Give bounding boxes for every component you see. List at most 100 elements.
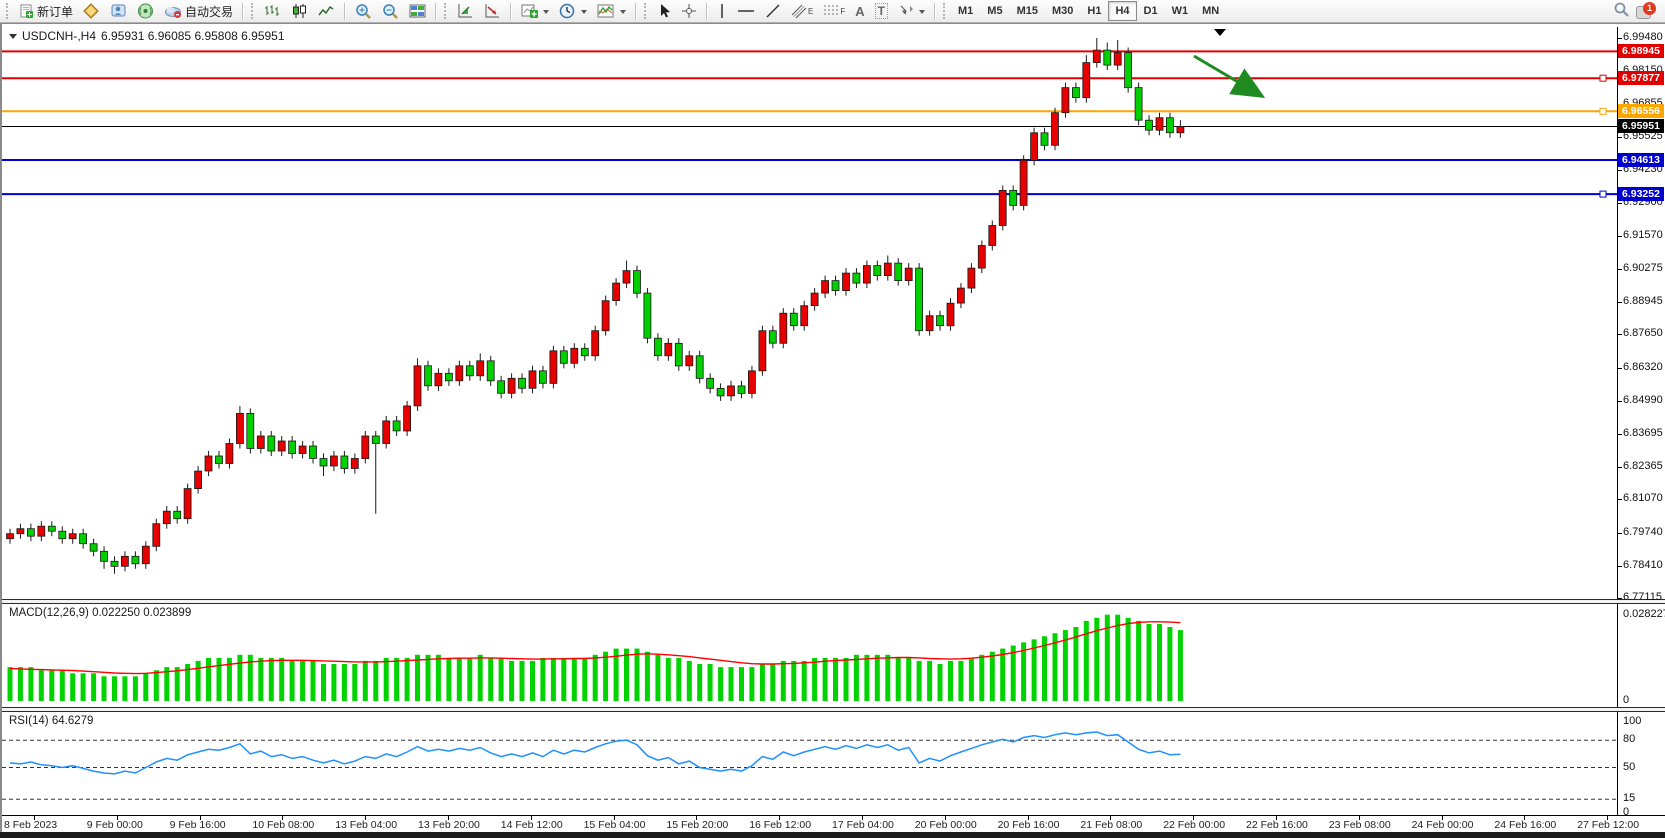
time-label: 23 Feb 08:00 [1329,819,1391,831]
clock-icon [559,3,576,19]
channel-tool-button[interactable]: E [786,0,818,22]
price-tick: 6.95525 [1623,130,1663,142]
periods-button[interactable] [554,0,592,22]
signal-icon [137,3,154,19]
time-tick [531,816,532,820]
macd-axis-max: 0.028227 [1623,608,1665,620]
time-tick [1193,816,1194,820]
time-tick [1028,816,1029,820]
price-tick: 6.86320 [1623,361,1663,373]
price-tick: 6.79740 [1623,526,1663,538]
styles-button[interactable] [78,0,105,22]
timeframe-M5[interactable]: M5 [980,1,1009,21]
timeframe-M30[interactable]: M30 [1045,1,1080,21]
text-tool-button[interactable]: A [850,0,869,22]
zoom-in-icon [355,3,372,19]
line-chart-icon [318,3,335,19]
label-tool-button[interactable]: T [870,0,893,22]
shapes-icon [898,3,914,19]
price-tick: 6.82365 [1623,460,1663,472]
autotrade-icon [164,3,182,19]
autotrade-button[interactable]: 自动交易 [159,0,238,22]
time-label: 22 Feb 00:00 [1163,819,1225,831]
chart-shift-button[interactable] [479,0,506,22]
main-chart-canvas[interactable] [2,27,1617,599]
time-label: 22 Feb 16:00 [1246,819,1308,831]
time-label: 24 Feb 00:00 [1412,819,1474,831]
fibonacci-icon [823,3,839,19]
time-label: 13 Feb 04:00 [335,819,397,831]
new-order-button[interactable]: 新订单 [14,0,78,22]
new-order-label: 新订单 [37,3,73,20]
toolbar-grip [444,3,449,19]
signals-button[interactable] [132,0,159,22]
time-label: 8 Feb 2023 [4,819,57,831]
price-badge: 6.95951 [1618,119,1664,133]
price-tick: 6.81070 [1623,492,1663,504]
timeframe-M15[interactable]: M15 [1010,1,1045,21]
macd-name: MACD(12,26,9) [9,607,89,619]
timeframe-MN[interactable]: MN [1195,1,1226,21]
zoom-out-button[interactable] [377,0,404,22]
search-icon[interactable] [1613,1,1630,22]
templates-button[interactable] [592,0,631,22]
collapse-triangle-icon[interactable] [9,34,17,43]
timeframe-bar: M1M5M15M30H1H4D1W1MN [951,1,1226,21]
tile-windows-button[interactable] [404,0,431,22]
timeframe-H1[interactable]: H1 [1080,1,1108,21]
channel-sub-label: E [808,7,813,16]
cursor-tool-button[interactable] [652,0,676,22]
pane-splitter-macd[interactable] [2,599,1665,604]
macd-canvas[interactable] [2,604,1617,707]
time-tick [1607,816,1608,820]
time-tick [1442,816,1443,820]
price-tick: 6.87650 [1623,327,1663,339]
time-tick [282,816,283,820]
timeframe-M1[interactable]: M1 [951,1,980,21]
add-indicator-button[interactable] [516,0,554,22]
toolbar-separator [435,3,437,20]
macd-axis-min: 0 [1623,694,1629,706]
horizontal-line-tool-button[interactable] [732,0,760,22]
time-tick [200,816,201,820]
time-tick [1524,816,1525,820]
crosshair-tool-button[interactable] [676,0,702,22]
toolbar-separator [344,3,346,20]
price-tick: 6.98150 [1623,64,1663,76]
shapes-tool-button[interactable] [893,0,930,22]
trendline-tool-button[interactable] [760,0,786,22]
time-tick [1110,816,1111,820]
price-tick: 6.92900 [1623,196,1663,208]
vertical-line-tool-button[interactable] [712,0,732,22]
time-tick [117,816,118,820]
chevron-down-icon [919,10,925,17]
rsi-canvas[interactable] [2,712,1617,815]
timeframe-W1[interactable]: W1 [1165,1,1196,21]
time-tick [614,816,615,820]
bar-chart-type-button[interactable] [259,0,286,22]
rsi-label: RSI(14) 64.6279 [9,715,93,727]
zoom-in-button[interactable] [350,0,377,22]
candlestick-type-button[interactable] [286,0,313,22]
time-tick [862,816,863,820]
timeframe-H4[interactable]: H4 [1108,1,1136,21]
toolbar-separator [706,3,708,20]
toolbar-separator [934,3,936,20]
chart-arrow-up-icon [457,3,474,19]
toolbar-grip [251,3,256,19]
rsi-value: 64.6279 [52,715,94,727]
chevron-down-icon [620,10,626,17]
timeframe-D1[interactable]: D1 [1137,1,1165,21]
bar-chart-icon [264,3,281,19]
rsi-level-50: 50 [1623,761,1635,773]
toolbar-grip [6,3,11,19]
indicator-window-button[interactable] [452,0,479,22]
navigator-button[interactable] [105,0,132,22]
notifications-button[interactable]: 1 [1636,2,1656,20]
toolbar-grip [943,3,948,19]
price-tick: 6.96855 [1623,97,1663,109]
time-tick [365,816,366,820]
fibonacci-tool-button[interactable]: F [818,0,850,22]
pane-splitter-rsi[interactable] [2,707,1665,712]
line-chart-type-button[interactable] [313,0,340,22]
